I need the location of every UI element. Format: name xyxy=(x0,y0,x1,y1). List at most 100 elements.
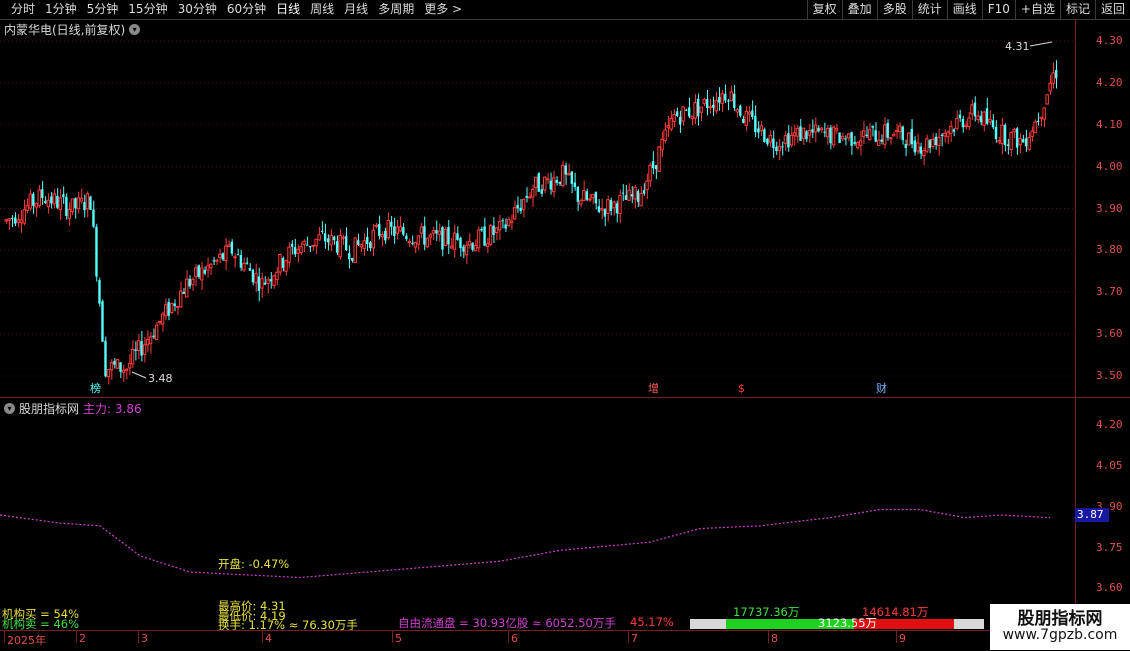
candle-body xyxy=(850,132,853,146)
candle-body xyxy=(106,368,111,378)
candle-body xyxy=(799,126,802,141)
candle-body xyxy=(101,301,104,342)
toolbar-button-2[interactable]: 多股 xyxy=(876,0,912,19)
toolbar-button-5[interactable]: F10 xyxy=(981,0,1015,19)
candle-body xyxy=(699,106,703,113)
candle-body xyxy=(801,127,806,139)
tab-timeframe-5[interactable]: 60分钟 xyxy=(222,0,271,19)
candle-body xyxy=(844,138,847,140)
candle-body xyxy=(134,349,137,351)
candle-body xyxy=(823,131,826,133)
tab-timeframe-10[interactable]: 更多 > xyxy=(419,0,467,19)
candle-body xyxy=(519,207,522,211)
pct: 45.17% xyxy=(630,615,674,629)
toolbar-button-0[interactable]: 复权 xyxy=(806,0,842,19)
candlestick-chart[interactable]: 4.31 3.48 榜 增 $ 财 xyxy=(0,20,1075,397)
candle-body xyxy=(675,111,679,117)
candle-body xyxy=(142,344,147,355)
candle-body xyxy=(492,225,495,236)
candle-body xyxy=(817,127,820,132)
indicator-tick: 4.05 xyxy=(1096,459,1123,472)
candle-body xyxy=(221,253,225,260)
date-tick-line xyxy=(138,631,139,643)
candle-body xyxy=(209,263,213,269)
tab-timeframe-1[interactable]: 1分钟 xyxy=(40,0,82,19)
candle-body xyxy=(52,193,57,205)
candle-body xyxy=(861,130,866,138)
candle-body xyxy=(934,136,938,146)
candle-body xyxy=(693,102,697,119)
tab-timeframe-6[interactable]: 日线 xyxy=(271,0,305,19)
mid-volume: 3123.55万 xyxy=(818,616,878,630)
candle-body xyxy=(136,340,141,351)
tab-timeframe-8[interactable]: 月线 xyxy=(339,0,373,19)
event-flag-1: 增 xyxy=(648,381,659,395)
candle-body xyxy=(332,236,336,241)
candle-body xyxy=(402,227,405,235)
tab-timeframe-0[interactable]: 分时 xyxy=(6,0,40,19)
candle-body xyxy=(591,194,595,199)
candle-body xyxy=(787,133,790,148)
tab-timeframe-7[interactable]: 周线 xyxy=(305,0,339,19)
date-tick: 4 xyxy=(265,632,272,645)
candle-body xyxy=(290,243,294,247)
date-tick-line xyxy=(768,631,769,643)
candle-body xyxy=(323,233,327,242)
candle-body xyxy=(621,192,625,194)
candle-body xyxy=(407,240,412,243)
candle-body xyxy=(624,195,628,200)
candle-body xyxy=(889,137,893,140)
candle-body xyxy=(272,275,276,286)
candle-body xyxy=(588,198,592,201)
candle-body xyxy=(886,122,889,138)
candle-body xyxy=(718,96,721,103)
date-tick: 2 xyxy=(79,632,86,645)
price-tick: 4.10 xyxy=(1096,117,1123,131)
candle-body xyxy=(555,180,558,183)
indicator-chart[interactable] xyxy=(0,398,1075,602)
candle-body xyxy=(925,138,929,152)
candle-body xyxy=(720,93,724,104)
tab-timeframe-4[interactable]: 30分钟 xyxy=(173,0,222,19)
candle-body xyxy=(681,106,685,122)
candle-body xyxy=(411,242,414,244)
candle-body xyxy=(248,267,252,271)
candle-body xyxy=(242,262,246,271)
candle-body xyxy=(374,224,378,227)
toolbar-button-3[interactable]: 统计 xyxy=(911,0,947,19)
candle-body xyxy=(931,138,935,148)
price-tick: 3.60 xyxy=(1096,327,1123,341)
tab-timeframe-3[interactable]: 15分钟 xyxy=(123,0,172,19)
candle-body xyxy=(943,132,947,137)
candle-body xyxy=(807,129,812,136)
candle-body xyxy=(961,118,965,128)
date-tick: 8 xyxy=(771,632,778,645)
candle-body xyxy=(763,129,766,143)
candle-body xyxy=(56,195,59,208)
candle-body xyxy=(630,194,634,197)
toolbar-button-8[interactable]: 返回 xyxy=(1094,0,1130,19)
tab-timeframe-2[interactable]: 5分钟 xyxy=(82,0,124,19)
candle-body xyxy=(485,243,490,247)
toolbar-button-1[interactable]: 叠加 xyxy=(841,0,877,19)
price-axis xyxy=(1075,20,1130,630)
candle-body xyxy=(789,134,794,146)
candle-body xyxy=(838,132,841,143)
candle-body xyxy=(576,186,580,202)
candle-body xyxy=(552,177,556,193)
candle-body xyxy=(585,191,589,200)
candle-body xyxy=(37,189,42,206)
toolbar-button-6[interactable]: +自选 xyxy=(1014,0,1060,19)
candle-body xyxy=(335,241,339,253)
toolbar-button-4[interactable]: 画线 xyxy=(946,0,982,19)
toolbar-button-7[interactable]: 标记 xyxy=(1059,0,1095,19)
candle-body xyxy=(1024,138,1028,147)
tab-timeframe-9[interactable]: 多周期 xyxy=(373,0,419,19)
candle-body xyxy=(651,161,655,169)
candle-body xyxy=(648,164,652,182)
candle-body xyxy=(329,234,333,246)
candle-body xyxy=(239,255,243,268)
candle-body xyxy=(509,220,514,224)
candle-body xyxy=(462,246,465,252)
candle-body xyxy=(263,282,267,285)
